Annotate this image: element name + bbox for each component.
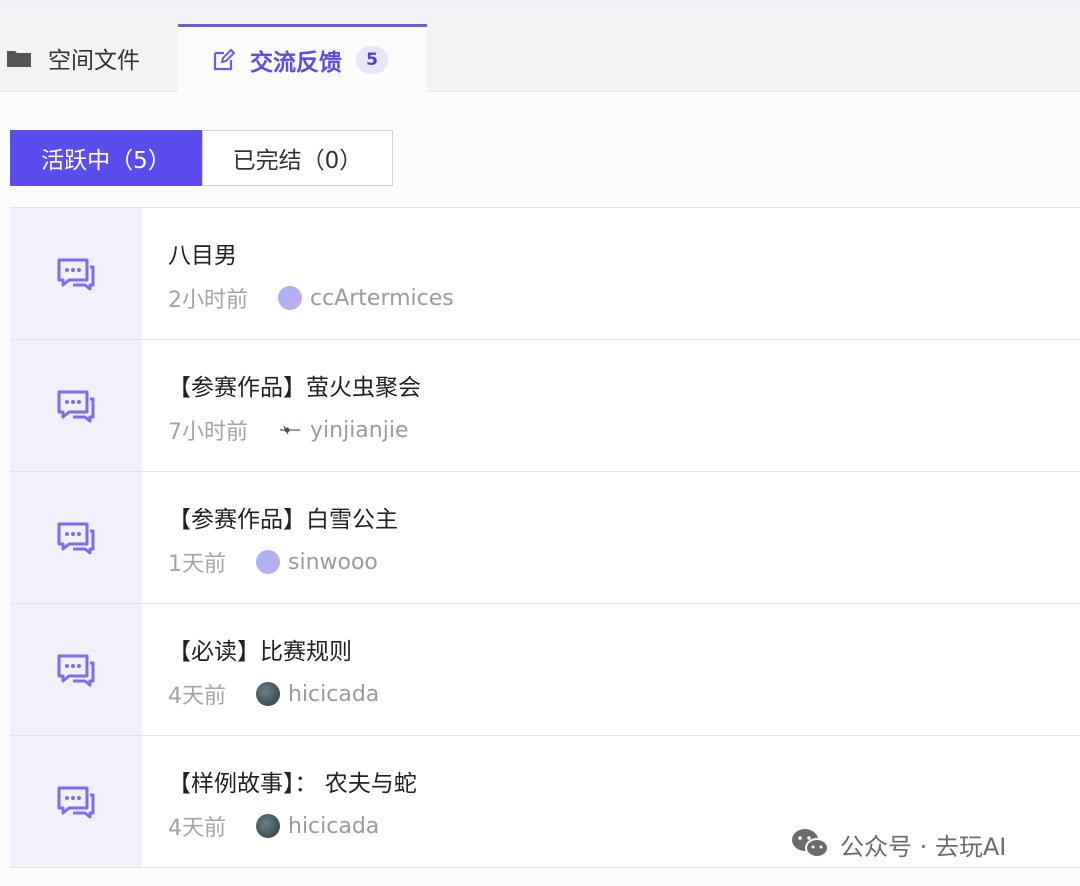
post-meta: 2小时前 ccArtermices	[168, 284, 454, 314]
folder-icon	[6, 48, 32, 68]
post-title[interactable]: 【参赛作品】萤火虫聚会	[168, 368, 421, 402]
list-item[interactable]: 【参赛作品】白雪公主 1天前 sinwooo	[10, 472, 1080, 604]
wechat-icon	[790, 827, 830, 861]
chat-bubble-icon	[10, 736, 142, 867]
post-list: 八目男 2小时前 ccArtermices 【参赛作品】萤火虫聚会 7小时前 yinjia…	[10, 207, 1080, 868]
tab-label: 空间文件	[48, 47, 140, 74]
tab-space-files[interactable]: 空间文件	[0, 24, 140, 91]
post-time: 1天前	[168, 552, 226, 577]
watermark-text: 公众号 · 去玩AI	[840, 832, 1007, 861]
avatar	[278, 418, 302, 442]
post-time: 7小时前	[168, 420, 248, 445]
post-author[interactable]: hicicada	[288, 682, 379, 707]
post-meta: 1天前 sinwooo	[168, 548, 378, 578]
count-badge: 5	[356, 45, 388, 74]
post-time: 4天前	[168, 816, 226, 841]
chat-bubble-icon	[10, 340, 142, 471]
list-item[interactable]: 八目男 2小时前 ccArtermices	[10, 208, 1080, 340]
post-title[interactable]: 八目男	[168, 236, 237, 270]
chat-bubble-icon	[10, 472, 142, 603]
post-title[interactable]: 【样例故事】： 农夫与蛇	[168, 764, 417, 798]
avatar	[256, 550, 280, 574]
filter-active-button[interactable]: 活跃中（5）	[10, 130, 202, 186]
watermark: 公众号 · 去玩AI	[790, 824, 1006, 864]
post-author[interactable]: hicicada	[288, 814, 379, 839]
chat-bubble-icon	[10, 604, 142, 735]
tab-label: 交流反馈	[250, 49, 342, 76]
list-item[interactable]: 【参赛作品】萤火虫聚会 7小时前 yinjianjie	[10, 340, 1080, 472]
list-item[interactable]: 【必读】比赛规则 4天前 hicicada	[10, 604, 1080, 736]
chat-bubble-icon	[10, 208, 142, 339]
avatar	[256, 682, 280, 706]
top-bar	[0, 0, 1080, 24]
avatar	[256, 814, 280, 838]
filter-done-button[interactable]: 已完结（0）	[202, 130, 393, 186]
post-time: 2小时前	[168, 288, 248, 313]
status-filter: 活跃中（5） 已完结（0）	[10, 130, 393, 186]
post-author[interactable]: yinjianjie	[310, 418, 408, 443]
post-title[interactable]: 【参赛作品】白雪公主	[168, 500, 398, 534]
post-meta: 4天前 hicicada	[168, 812, 379, 842]
post-title[interactable]: 【必读】比赛规则	[168, 632, 352, 666]
post-meta: 4天前 hicicada	[168, 680, 379, 710]
post-meta: 7小时前 yinjianjie	[168, 416, 408, 446]
post-author[interactable]: sinwooo	[288, 550, 378, 575]
avatar	[278, 286, 302, 310]
tab-feedback[interactable]: 交流反馈 5	[178, 24, 427, 92]
post-time: 4天前	[168, 684, 226, 709]
tab-bar: 空间文件 交流反馈 5	[0, 24, 1080, 92]
edit-icon	[212, 48, 236, 72]
main-content: 活跃中（5） 已完结（0） 八目男 2小时前 ccArtermices 【参赛作品】萤…	[0, 92, 1080, 886]
post-author[interactable]: ccArtermices	[310, 286, 454, 311]
